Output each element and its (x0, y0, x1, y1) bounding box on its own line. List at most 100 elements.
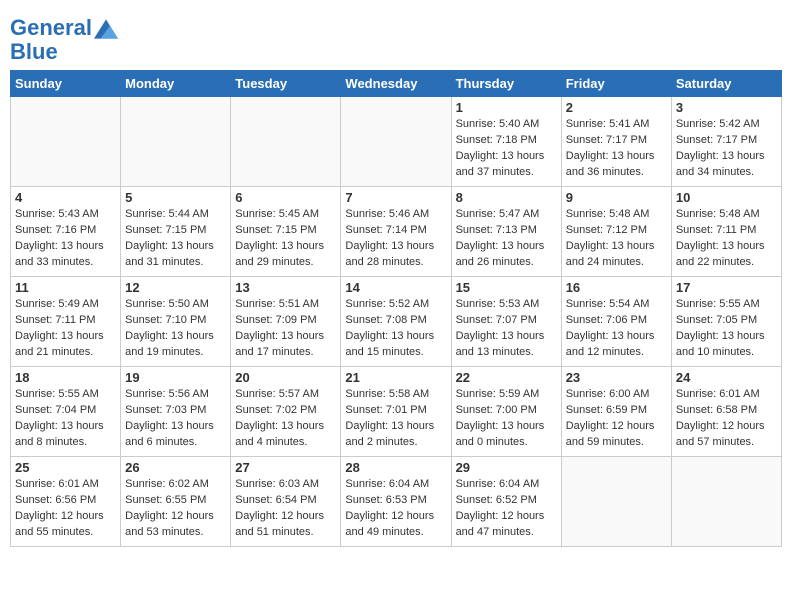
calendar-cell: 13 Sunrise: 5:51 AMSunset: 7:09 PMDayligh… (231, 277, 341, 367)
day-number: 5 (125, 190, 226, 205)
day-info: Sunrise: 5:59 AMSunset: 7:00 PMDaylight:… (456, 387, 557, 451)
calendar-cell: 7 Sunrise: 5:46 AMSunset: 7:14 PMDaylight… (341, 187, 451, 277)
day-info: Sunrise: 5:50 AMSunset: 7:10 PMDaylight:… (125, 297, 226, 361)
weekday-header-tuesday: Tuesday (231, 71, 341, 97)
calendar-cell: 8Sunrise: 5:47 AMSunset: 7:13 PMDaylight… (451, 187, 561, 277)
calendar-cell: 25 Sunrise: 6:01 AMSunset: 6:56 PMDayligh… (11, 457, 121, 547)
calendar-cell (561, 457, 671, 547)
day-info: Sunrise: 5:48 AMSunset: 7:11 PMDaylight:… (676, 207, 777, 271)
weekday-header-friday: Friday (561, 71, 671, 97)
day-number: 24 (676, 370, 777, 385)
day-info: Sunrise: 5:45 AMSunset: 7:15 PMDaylight:… (235, 207, 336, 271)
calendar-cell: 24 Sunrise: 6:01 AMSunset: 6:58 PMDayligh… (671, 367, 781, 457)
day-info: Sunrise: 5:57 AMSunset: 7:02 PMDaylight:… (235, 387, 336, 451)
day-number: 7 (345, 190, 446, 205)
calendar-cell (11, 97, 121, 187)
day-info: Sunrise: 5:53 AMSunset: 7:07 PMDaylight:… (456, 297, 557, 361)
calendar-cell: 28 Sunrise: 6:04 AMSunset: 6:53 PMDayligh… (341, 457, 451, 547)
day-number: 2 (566, 100, 667, 115)
logo-text: GeneralBlue (10, 16, 118, 64)
day-number: 15 (456, 280, 557, 295)
calendar-cell: 15 Sunrise: 5:53 AMSunset: 7:07 PMDayligh… (451, 277, 561, 367)
calendar-cell (121, 97, 231, 187)
page-header: GeneralBlue (10, 10, 782, 64)
calendar-cell (671, 457, 781, 547)
day-info: Sunrise: 5:43 AMSunset: 7:16 PMDaylight:… (15, 207, 116, 271)
day-number: 28 (345, 460, 446, 475)
day-info: Sunrise: 6:01 AMSunset: 6:56 PMDaylight:… (15, 477, 116, 541)
calendar-cell: 16 Sunrise: 5:54 AMSunset: 7:06 PMDayligh… (561, 277, 671, 367)
day-number: 27 (235, 460, 336, 475)
day-info: Sunrise: 5:49 AMSunset: 7:11 PMDaylight:… (15, 297, 116, 361)
day-number: 17 (676, 280, 777, 295)
day-info: Sunrise: 5:56 AMSunset: 7:03 PMDaylight:… (125, 387, 226, 451)
calendar-cell: 3Sunrise: 5:42 AMSunset: 7:17 PMDaylight… (671, 97, 781, 187)
day-info: Sunrise: 6:02 AMSunset: 6:55 PMDaylight:… (125, 477, 226, 541)
day-number: 6 (235, 190, 336, 205)
day-number: 1 (456, 100, 557, 115)
day-info: Sunrise: 5:44 AMSunset: 7:15 PMDaylight:… (125, 207, 226, 271)
calendar-cell: 27 Sunrise: 6:03 AMSunset: 6:54 PMDayligh… (231, 457, 341, 547)
day-info: Sunrise: 5:58 AMSunset: 7:01 PMDaylight:… (345, 387, 446, 451)
day-info: Sunrise: 6:03 AMSunset: 6:54 PMDaylight:… (235, 477, 336, 541)
day-info: Sunrise: 5:40 AMSunset: 7:18 PMDaylight:… (456, 117, 557, 181)
day-number: 3 (676, 100, 777, 115)
day-info: Sunrise: 6:04 AMSunset: 6:53 PMDaylight:… (345, 477, 446, 541)
calendar-cell: 10 Sunrise: 5:48 AMSunset: 7:11 PMDayligh… (671, 187, 781, 277)
day-number: 20 (235, 370, 336, 385)
calendar-cell: 11 Sunrise: 5:49 AMSunset: 7:11 PMDayligh… (11, 277, 121, 367)
day-info: Sunrise: 5:41 AMSunset: 7:17 PMDaylight:… (566, 117, 667, 181)
weekday-header-thursday: Thursday (451, 71, 561, 97)
weekday-header-saturday: Saturday (671, 71, 781, 97)
day-number: 12 (125, 280, 226, 295)
calendar-cell: 14Sunrise: 5:52 AMSunset: 7:08 PMDayligh… (341, 277, 451, 367)
weekday-header-monday: Monday (121, 71, 231, 97)
calendar-cell: 9 Sunrise: 5:48 AMSunset: 7:12 PMDaylight… (561, 187, 671, 277)
day-info: Sunrise: 5:54 AMSunset: 7:06 PMDaylight:… (566, 297, 667, 361)
day-info: Sunrise: 5:46 AMSunset: 7:14 PMDaylight:… (345, 207, 446, 271)
day-info: Sunrise: 5:55 AMSunset: 7:05 PMDaylight:… (676, 297, 777, 361)
day-number: 8 (456, 190, 557, 205)
day-number: 22 (456, 370, 557, 385)
day-number: 21 (345, 370, 446, 385)
day-number: 23 (566, 370, 667, 385)
day-number: 16 (566, 280, 667, 295)
day-number: 4 (15, 190, 116, 205)
day-number: 18 (15, 370, 116, 385)
calendar-table: SundayMondayTuesdayWednesdayThursdayFrid… (10, 70, 782, 547)
calendar-cell: 21 Sunrise: 5:58 AMSunset: 7:01 PMDayligh… (341, 367, 451, 457)
day-info: Sunrise: 5:48 AMSunset: 7:12 PMDaylight:… (566, 207, 667, 271)
day-info: Sunrise: 6:04 AMSunset: 6:52 PMDaylight:… (456, 477, 557, 541)
calendar-cell: 23 Sunrise: 6:00 AMSunset: 6:59 PMDayligh… (561, 367, 671, 457)
calendar-cell (231, 97, 341, 187)
day-number: 29 (456, 460, 557, 475)
day-number: 13 (235, 280, 336, 295)
calendar-cell: 20 Sunrise: 5:57 AMSunset: 7:02 PMDayligh… (231, 367, 341, 457)
calendar-cell: 19 Sunrise: 5:56 AMSunset: 7:03 PMDayligh… (121, 367, 231, 457)
weekday-header-wednesday: Wednesday (341, 71, 451, 97)
calendar-cell (341, 97, 451, 187)
day-info: Sunrise: 6:01 AMSunset: 6:58 PMDaylight:… (676, 387, 777, 451)
calendar-cell: 22 Sunrise: 5:59 AMSunset: 7:00 PMDayligh… (451, 367, 561, 457)
calendar-cell: 18 Sunrise: 5:55 AMSunset: 7:04 PMDayligh… (11, 367, 121, 457)
day-info: Sunrise: 5:51 AMSunset: 7:09 PMDaylight:… (235, 297, 336, 361)
day-number: 25 (15, 460, 116, 475)
calendar-cell: 26 Sunrise: 6:02 AMSunset: 6:55 PMDayligh… (121, 457, 231, 547)
calendar-cell: 17 Sunrise: 5:55 AMSunset: 7:05 PMDayligh… (671, 277, 781, 367)
day-number: 10 (676, 190, 777, 205)
day-number: 26 (125, 460, 226, 475)
day-number: 19 (125, 370, 226, 385)
day-info: Sunrise: 5:52 AMSunset: 7:08 PMDaylight:… (345, 297, 446, 361)
logo: GeneralBlue (10, 16, 118, 64)
day-info: Sunrise: 5:55 AMSunset: 7:04 PMDaylight:… (15, 387, 116, 451)
calendar-cell: 4 Sunrise: 5:43 AMSunset: 7:16 PMDaylight… (11, 187, 121, 277)
day-info: Sunrise: 6:00 AMSunset: 6:59 PMDaylight:… (566, 387, 667, 451)
calendar-cell: 5 Sunrise: 5:44 AMSunset: 7:15 PMDaylight… (121, 187, 231, 277)
calendar-cell: 2 Sunrise: 5:41 AMSunset: 7:17 PMDaylight… (561, 97, 671, 187)
calendar-cell: 6 Sunrise: 5:45 AMSunset: 7:15 PMDaylight… (231, 187, 341, 277)
calendar-cell: 29 Sunrise: 6:04 AMSunset: 6:52 PMDayligh… (451, 457, 561, 547)
calendar-cell: 1 Sunrise: 5:40 AMSunset: 7:18 PMDaylight… (451, 97, 561, 187)
day-number: 11 (15, 280, 116, 295)
weekday-header-sunday: Sunday (11, 71, 121, 97)
day-number: 9 (566, 190, 667, 205)
